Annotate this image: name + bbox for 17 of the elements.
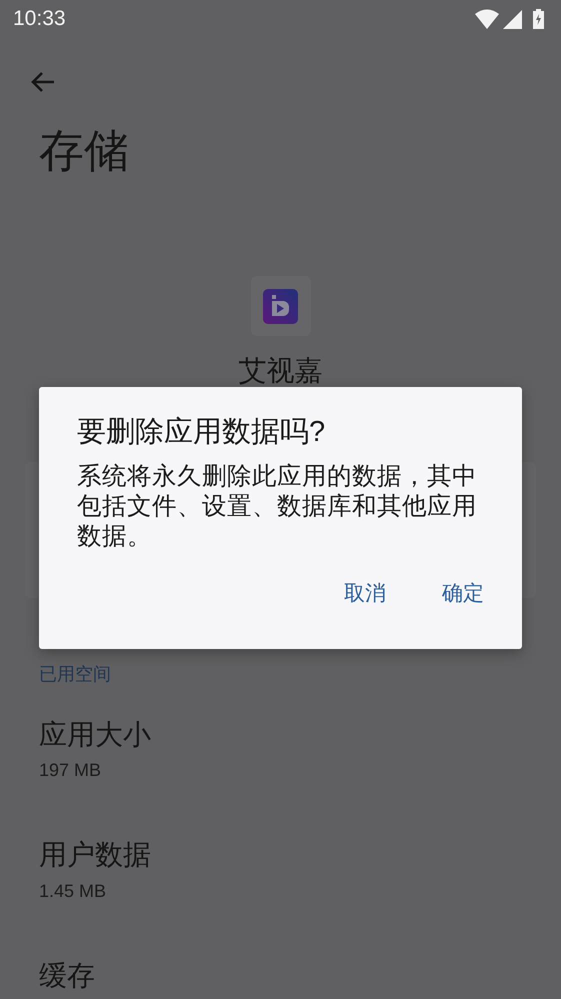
app-icon bbox=[263, 288, 298, 324]
dialog-button[interactable]: 确定 bbox=[442, 574, 484, 614]
storage-label: 应用大小 bbox=[39, 718, 152, 752]
storage-value: 197 MB bbox=[39, 759, 102, 782]
storage-value: 1.45 MB bbox=[39, 880, 108, 903]
battery-charging-icon bbox=[532, 9, 545, 29]
section-header: 已用空间 bbox=[39, 662, 112, 686]
signal-icon bbox=[503, 10, 522, 28]
dialog-title: 要删除应用数据吗? bbox=[77, 415, 326, 450]
storage-label: 用户数据 bbox=[39, 838, 152, 872]
status-time: 10:33 bbox=[13, 6, 66, 32]
dialog-message: 系统将永久删除此应用的数据，其中包括文件、设置、数据库和其他应用数据。 bbox=[77, 462, 478, 552]
app-name: 艾视嘉 bbox=[238, 354, 324, 388]
storage-label: 缓存 bbox=[39, 958, 96, 992]
dialog-button[interactable]: 取消 bbox=[344, 574, 386, 614]
wifi-icon bbox=[475, 9, 499, 29]
page-title: 存储 bbox=[39, 124, 130, 178]
